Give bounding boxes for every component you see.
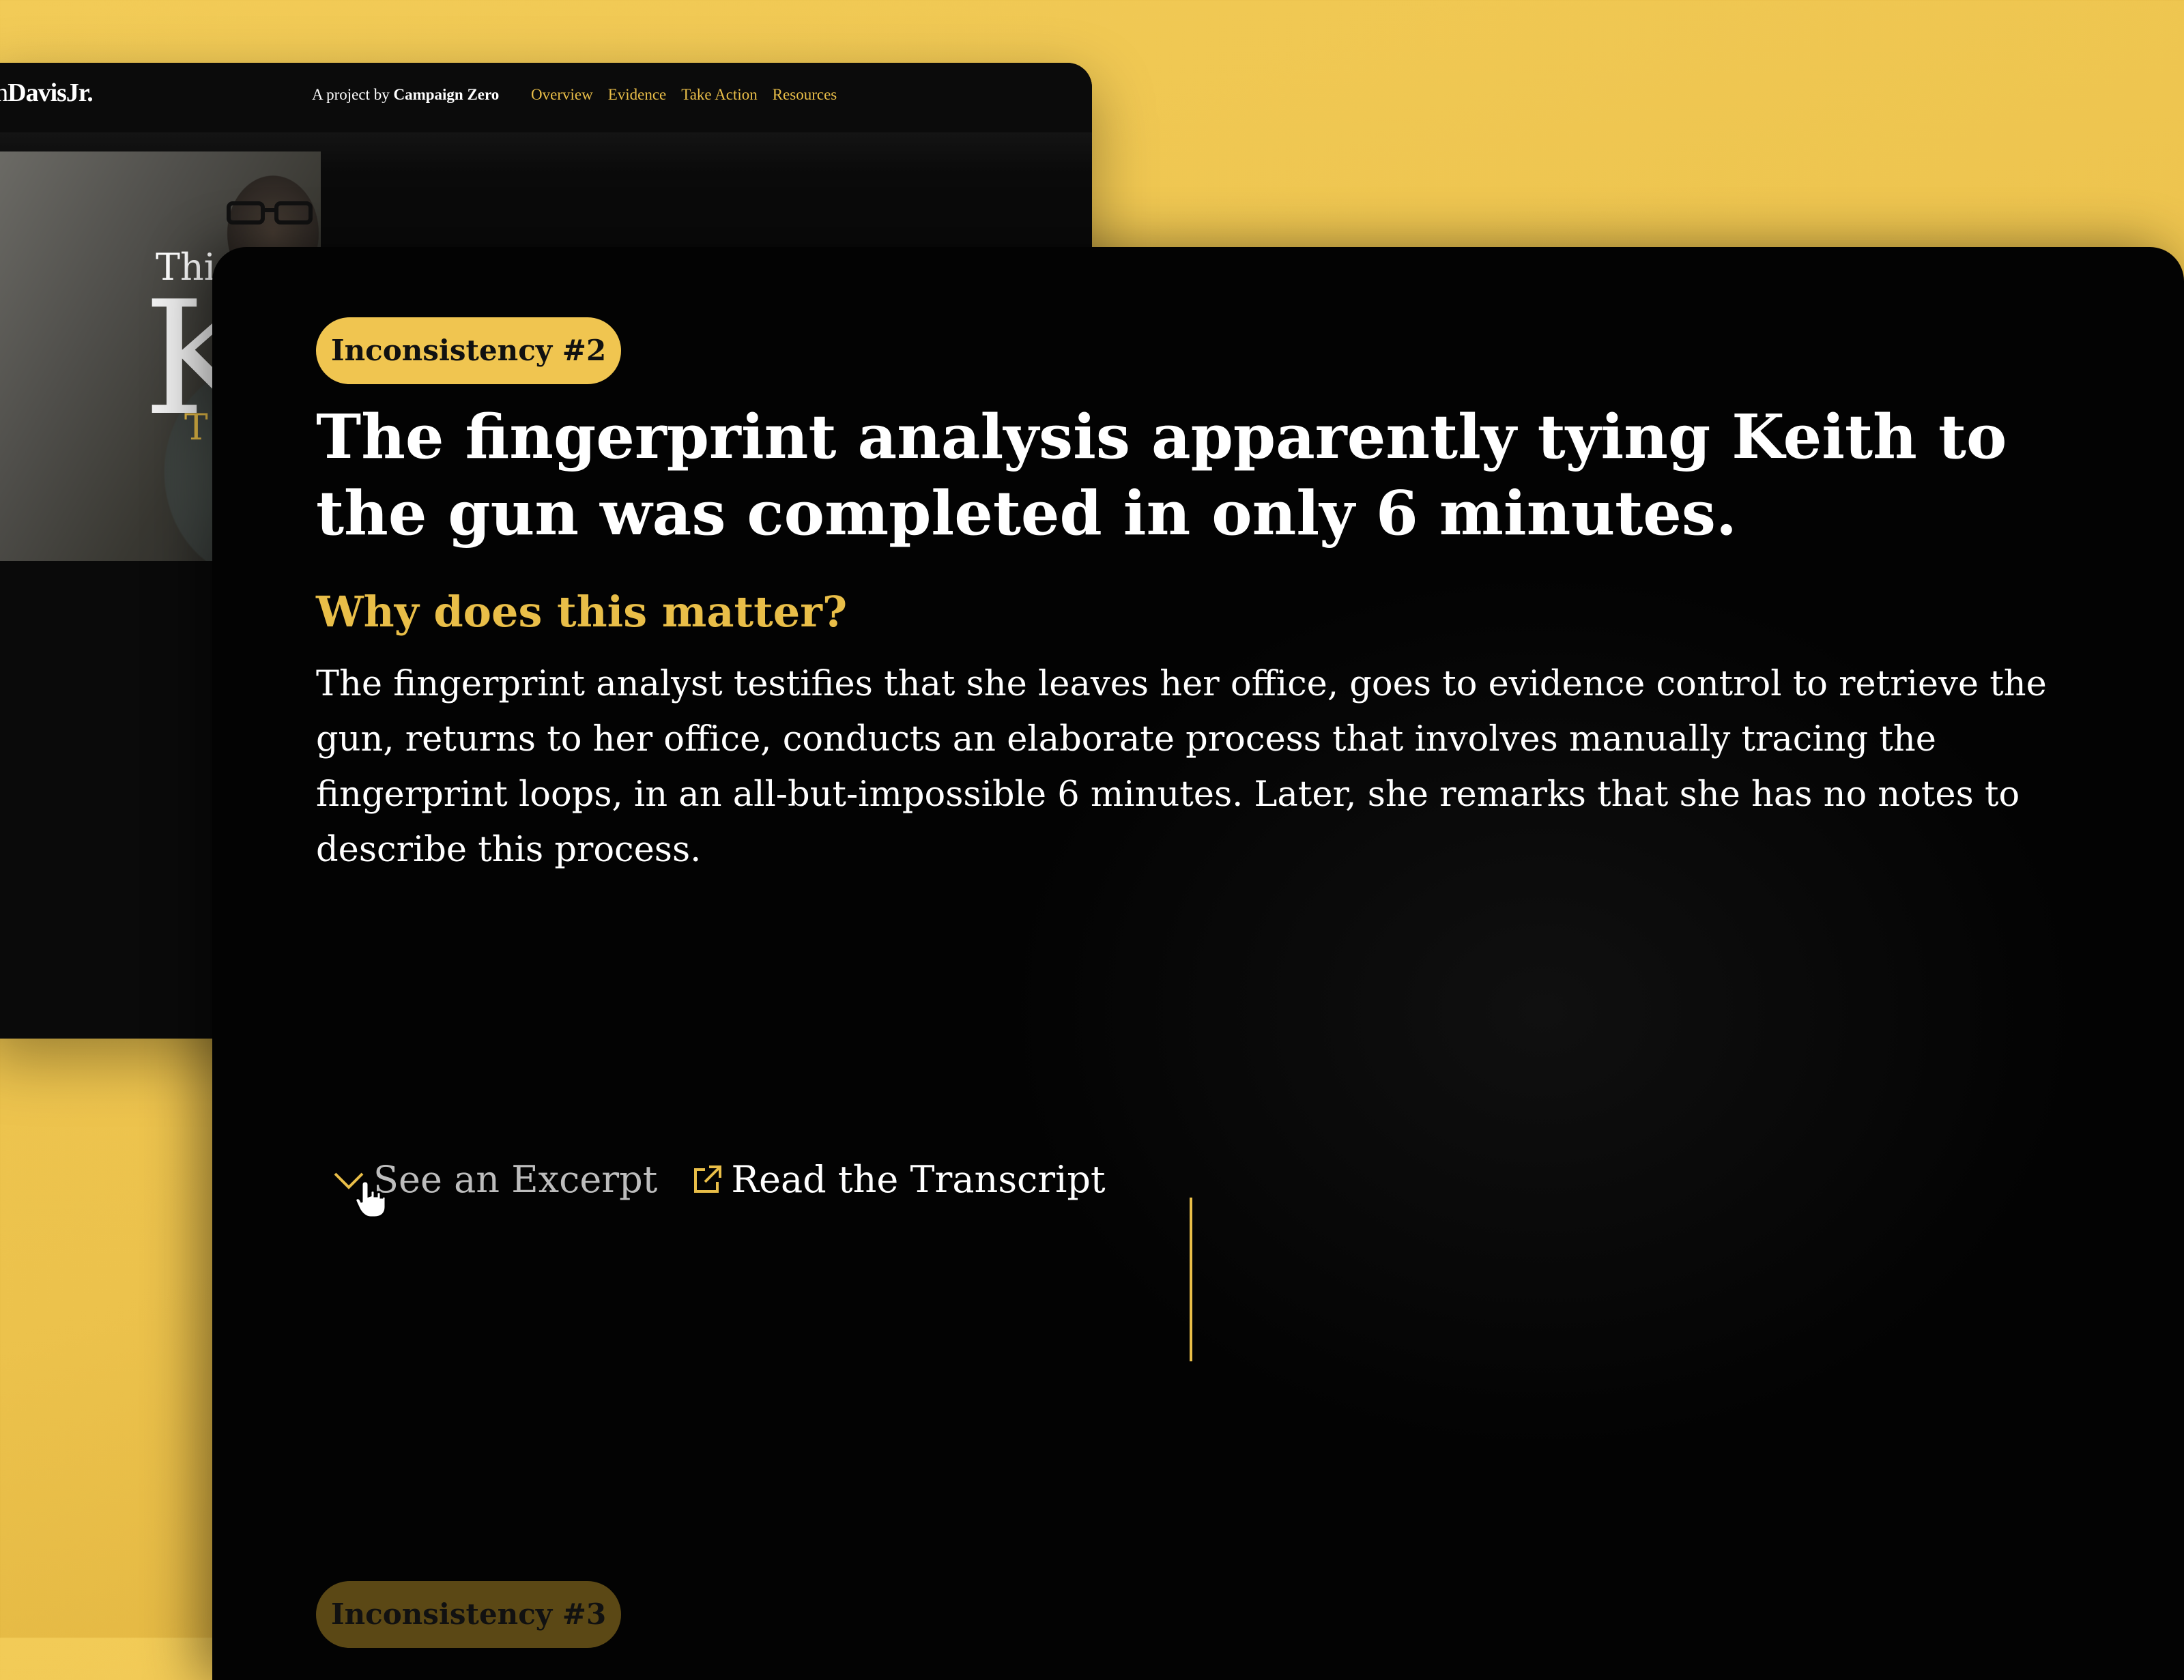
action-links: See an Excerpt Read the Transcript [332, 1158, 1106, 1201]
see-excerpt-label: See an Excerpt [373, 1158, 658, 1201]
project-credit-prefix: A project by [312, 86, 394, 103]
nav-link-overview[interactable]: Overview [531, 86, 593, 104]
inconsistency-headline: The fingerprint analysis apparently tyin… [316, 401, 2007, 549]
glasses-icon [227, 201, 313, 225]
project-credit: A project by Campaign Zero [312, 86, 499, 104]
inconsistency-badge: Inconsistency #2 [316, 317, 622, 384]
next-inconsistency-badge: Inconsistency #3 [316, 1581, 622, 1648]
read-transcript-link[interactable]: Read the Transcript [691, 1158, 1106, 1201]
nav-link-evidence[interactable]: Evidence [608, 86, 667, 104]
nav-links: Overview Evidence Take Action Resources [531, 86, 837, 104]
site-logo[interactable]: ithDavisJr. [0, 78, 94, 108]
explanation-text: The fingerprint analyst testifies that s… [316, 664, 2047, 870]
hand-cursor-icon [354, 1180, 387, 1219]
why-heading: Why does this matter? [316, 587, 848, 637]
nav-link-resources[interactable]: Resources [773, 86, 837, 104]
logo-text-bold: DavisJr. [8, 78, 94, 107]
nav-link-take-action[interactable]: Take Action [681, 86, 757, 104]
hero-subtitle: T [184, 407, 208, 448]
site-nav: ithDavisJr. A project by Campaign Zero O… [0, 63, 1092, 134]
project-credit-org[interactable]: Campaign Zero [393, 86, 499, 103]
logo-text-regular: ith [0, 78, 8, 107]
read-transcript-label: Read the Transcript [731, 1158, 1106, 1201]
external-link-icon [694, 1165, 722, 1193]
section-divider [1190, 1198, 1192, 1361]
inconsistency-panel: Inconsistency #2 The fingerprint analysi… [212, 247, 2184, 1680]
